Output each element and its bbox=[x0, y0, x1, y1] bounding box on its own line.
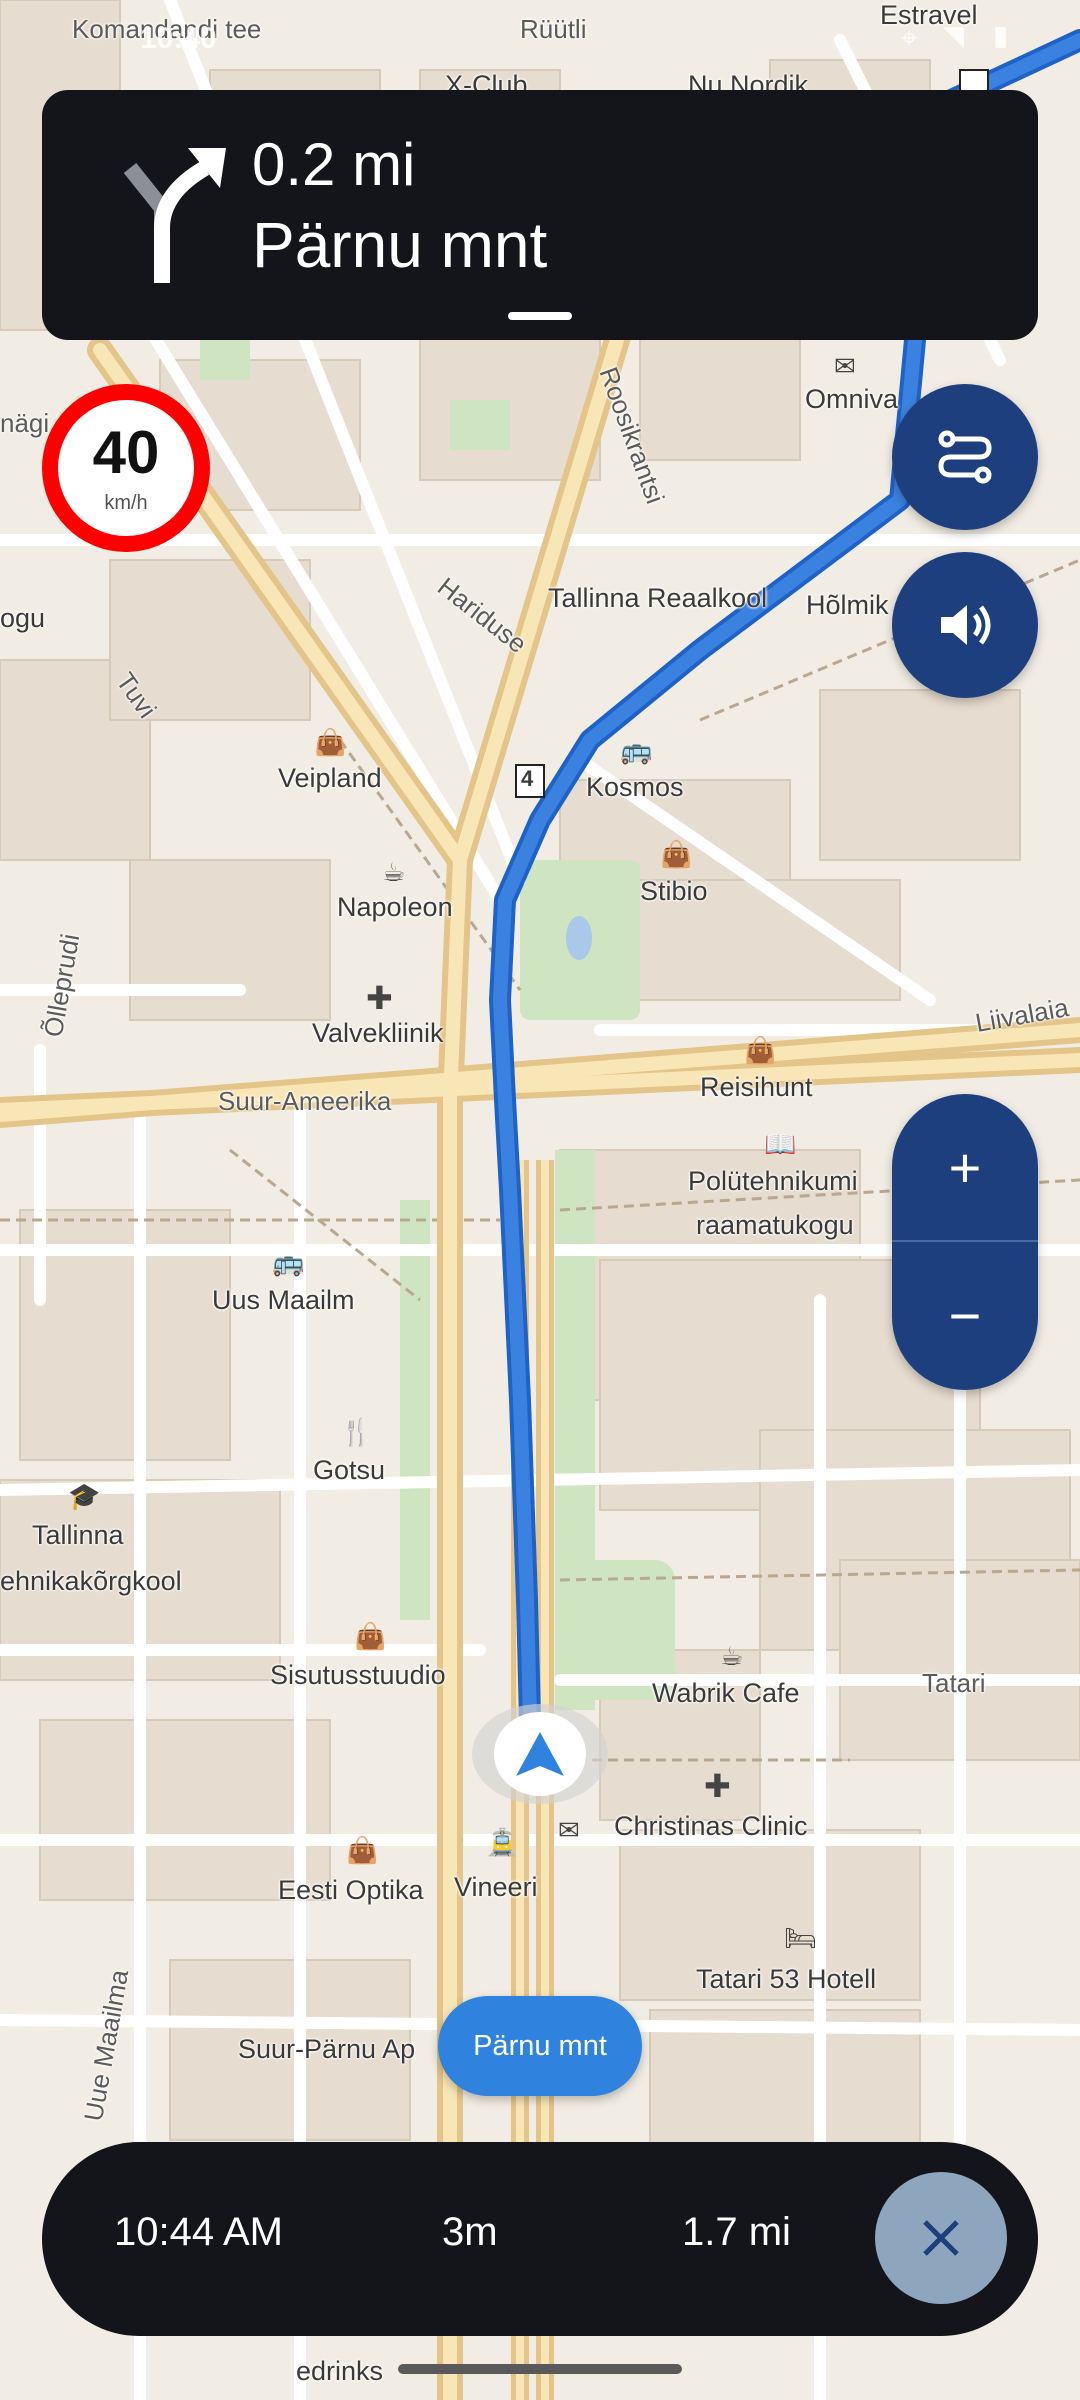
map-label-poi: Sisutusstuudio bbox=[270, 1660, 446, 1690]
map-label-poi: Veipland bbox=[278, 763, 382, 793]
remaining-distance: 1.7 mi bbox=[682, 2210, 791, 2254]
bag-icon: 👜 bbox=[354, 1622, 387, 1652]
mail-icon: ✉ bbox=[558, 1816, 580, 1846]
map-label-street: Tatari bbox=[922, 1668, 986, 1698]
card-drag-handle[interactable] bbox=[508, 312, 572, 320]
map-label-poi: Reisihunt bbox=[700, 1072, 813, 1102]
turn-slight-right-icon bbox=[123, 148, 226, 283]
battery-icon: ▮ bbox=[989, 22, 1020, 55]
speed-limit-sign: 40 km/h bbox=[42, 384, 210, 552]
home-indicator[interactable] bbox=[398, 2364, 682, 2374]
book-icon: 📖 bbox=[764, 1130, 797, 1160]
maneuver-distance: 0.2 mi bbox=[252, 131, 416, 198]
status-time: 10:40 bbox=[140, 22, 217, 55]
mail-icon: ✉ bbox=[834, 352, 856, 382]
zoom-out-button[interactable]: − bbox=[892, 1242, 1038, 1390]
map-label-poi: Tallinna bbox=[32, 1520, 124, 1550]
status-icons: ⌖ ◥ ▮ bbox=[901, 22, 1020, 56]
cafe-icon: ☕ bbox=[720, 1642, 744, 1672]
bag-icon: 👜 bbox=[660, 840, 693, 870]
map-label-poi: Polütehnikumi bbox=[688, 1166, 858, 1196]
school-icon: 🎓 bbox=[68, 1482, 101, 1512]
map-label-poi: Hõlmik bbox=[806, 590, 889, 620]
route-shield-label: 4 bbox=[521, 766, 534, 791]
map-label-poi: Suur-Pärnu Ap bbox=[238, 2034, 416, 2064]
bus-icon: 🚌 bbox=[620, 736, 653, 766]
map-label-poi: Tatari 53 Hotell bbox=[696, 1964, 877, 1994]
current-location-marker[interactable] bbox=[472, 1704, 608, 1804]
map-label-poi: Wabrik Cafe bbox=[652, 1678, 800, 1708]
navigation-arrow-icon bbox=[516, 1732, 564, 1776]
medical-cross-icon: ✚ bbox=[704, 1767, 731, 1805]
map-label-poi: Omniva bbox=[805, 384, 899, 414]
tram-icon: 🚊 bbox=[486, 1828, 519, 1858]
bag-icon: 👜 bbox=[314, 728, 347, 758]
route-options-button[interactable] bbox=[892, 384, 1038, 530]
map-label-street: nägi bbox=[0, 408, 50, 438]
location-icon: ⌖ bbox=[900, 22, 926, 55]
wifi-icon: ◥ bbox=[941, 22, 973, 55]
speed-limit-value: 40 bbox=[92, 419, 160, 486]
map-label-poi: Napoleon bbox=[337, 892, 453, 922]
status-bar: 10:40 ⌖ ◥ ▮ bbox=[0, 0, 1080, 80]
bag-icon: 👜 bbox=[744, 1036, 777, 1066]
route-options-icon bbox=[938, 430, 992, 484]
map-label-poi: Kosmos bbox=[586, 772, 684, 802]
remaining-duration: 3m bbox=[442, 2210, 498, 2254]
map-label-poi: Eesti Optika bbox=[278, 1875, 424, 1905]
speed-limit-unit: km/h bbox=[104, 492, 148, 514]
sound-button[interactable] bbox=[892, 552, 1038, 698]
map-label-poi: Stibio bbox=[640, 876, 708, 906]
map-label-poi: ogu bbox=[0, 603, 46, 633]
medical-cross-icon: ✚ bbox=[366, 979, 393, 1017]
map-label-poi: ehnikakõrgkool bbox=[0, 1566, 182, 1596]
map-label-poi: Vineeri bbox=[454, 1872, 538, 1902]
map-label-poi: Valvekliinik bbox=[312, 1018, 444, 1048]
hotel-icon: 🛏 bbox=[784, 1924, 818, 1954]
bag-icon: 👜 bbox=[346, 1836, 379, 1866]
current-street-chip: Pärnu mnt bbox=[438, 1996, 642, 2096]
cafe-icon: ☕ bbox=[382, 858, 406, 888]
stop-navigation-button[interactable] bbox=[875, 2172, 1007, 2304]
restaurant-icon: 🍴 bbox=[340, 1418, 373, 1448]
map-label-poi: raamatukogu bbox=[696, 1210, 854, 1240]
close-icon bbox=[923, 2220, 959, 2256]
zoom-in-button[interactable]: + bbox=[892, 1094, 1038, 1242]
bus-icon: 🚌 bbox=[272, 1248, 305, 1278]
map-label-poi: Gotsu bbox=[313, 1455, 386, 1485]
maneuver-street-name: Pärnu mnt bbox=[252, 209, 548, 281]
map-label-poi: Uus Maailm bbox=[212, 1285, 355, 1315]
zoom-controls: + − bbox=[892, 1094, 1038, 1390]
map-label-poi: edrinks bbox=[296, 2356, 384, 2386]
trip-summary-bar[interactable]: 10:44 AM 3m 1.7 mi bbox=[42, 2142, 1038, 2336]
arrival-time: 10:44 AM bbox=[114, 2210, 284, 2254]
navigation-instruction-card[interactable]: 0.2 mi Pärnu mnt bbox=[42, 90, 1038, 340]
map-label-poi: Tallinna Reaalkool bbox=[548, 583, 768, 613]
volume-icon bbox=[941, 605, 991, 645]
map-label-poi: Christinas Clinic bbox=[614, 1811, 808, 1841]
map-label-street: Suur-Ameerika bbox=[218, 1086, 392, 1116]
